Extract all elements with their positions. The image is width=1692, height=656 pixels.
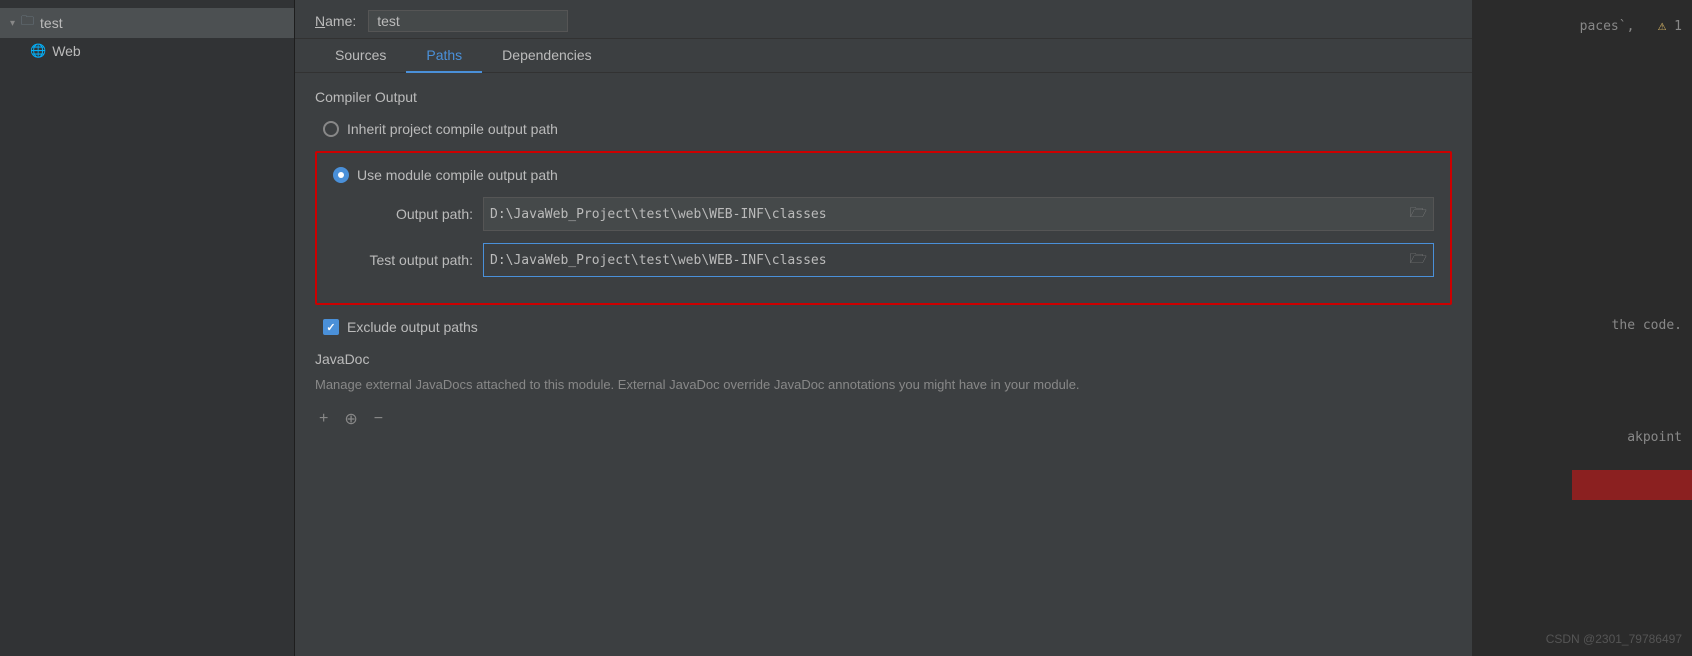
radio-inherit-label: Inherit project compile output path — [347, 121, 558, 137]
test-output-path-wrapper: 🗁 — [483, 243, 1434, 277]
tab-paths[interactable]: Paths — [406, 39, 482, 73]
watermark: CSDN @2301_79786497 — [1546, 632, 1682, 646]
radio-module[interactable]: Use module compile output path — [333, 167, 1434, 183]
sidebar-root-label: test — [40, 15, 63, 31]
tab-dependencies[interactable]: Dependencies — [482, 39, 612, 73]
name-input[interactable] — [368, 10, 568, 32]
chevron-icon: ▾ — [10, 18, 15, 29]
sidebar-item-test[interactable]: ▾ 🗀 test — [0, 8, 294, 38]
javadoc-toolbar: + ⊕ − — [315, 407, 1452, 431]
exclude-checkbox-label: Exclude output paths — [347, 319, 478, 335]
red-bar — [1572, 470, 1692, 500]
test-output-path-row: Test output path: 🗁 — [333, 243, 1434, 277]
javadoc-add-button[interactable]: + — [315, 408, 332, 430]
main-panel: Name: Sources Paths Dependencies Compile… — [295, 0, 1472, 656]
javadoc-add-from-button[interactable]: ⊕ — [340, 407, 361, 431]
radio-inherit[interactable]: Inherit project compile output path — [323, 121, 1452, 137]
test-output-path-browse-icon[interactable]: 🗁 — [1410, 248, 1427, 272]
right-top-text: paces`, ⚠ 1 — [1580, 18, 1682, 34]
content-area: Compiler Output Inherit project compile … — [295, 73, 1472, 656]
exclude-checkbox[interactable]: Exclude output paths — [323, 319, 1452, 335]
folder-icon: 🗀 — [21, 12, 34, 34]
output-path-browse-icon[interactable]: 🗁 — [1410, 202, 1427, 226]
javadoc-description: Manage external JavaDocs attached to thi… — [315, 375, 1452, 395]
test-output-path-input[interactable] — [490, 253, 1404, 268]
highlight-box: Use module compile output path Output pa… — [315, 151, 1452, 305]
exclude-checkbox-box — [323, 319, 339, 335]
output-path-wrapper: 🗁 — [483, 197, 1434, 231]
tab-sources[interactable]: Sources — [315, 39, 406, 73]
name-row: Name: — [295, 0, 1472, 39]
radio-inherit-circle — [323, 121, 339, 137]
radio-module-circle — [333, 167, 349, 183]
output-path-input[interactable] — [490, 207, 1404, 222]
javadoc-section: JavaDoc Manage external JavaDocs attache… — [315, 351, 1452, 431]
javadoc-remove-button[interactable]: − — [370, 408, 387, 430]
web-icon: 🌐 — [30, 43, 46, 59]
sidebar-child-label: Web — [52, 43, 81, 59]
compiler-output-title: Compiler Output — [315, 89, 1452, 105]
output-path-label: Output path: — [333, 206, 473, 222]
radio-module-label: Use module compile output path — [357, 167, 558, 183]
right-bot-text: akpoint — [1627, 430, 1682, 445]
sidebar: ▾ 🗀 test 🌐 Web — [0, 0, 295, 656]
test-output-path-label: Test output path: — [333, 252, 473, 268]
warning-icon: ⚠ — [1658, 18, 1666, 34]
right-mid-text: the code. — [1612, 318, 1682, 333]
javadoc-title: JavaDoc — [315, 351, 1452, 367]
right-panel: paces`, ⚠ 1 the code. akpoint CSDN @2301… — [1472, 0, 1692, 656]
name-label: Name: — [315, 13, 356, 29]
sidebar-item-web[interactable]: 🌐 Web — [0, 38, 294, 64]
tabs-bar: Sources Paths Dependencies — [295, 39, 1472, 73]
output-path-row: Output path: 🗁 — [333, 197, 1434, 231]
